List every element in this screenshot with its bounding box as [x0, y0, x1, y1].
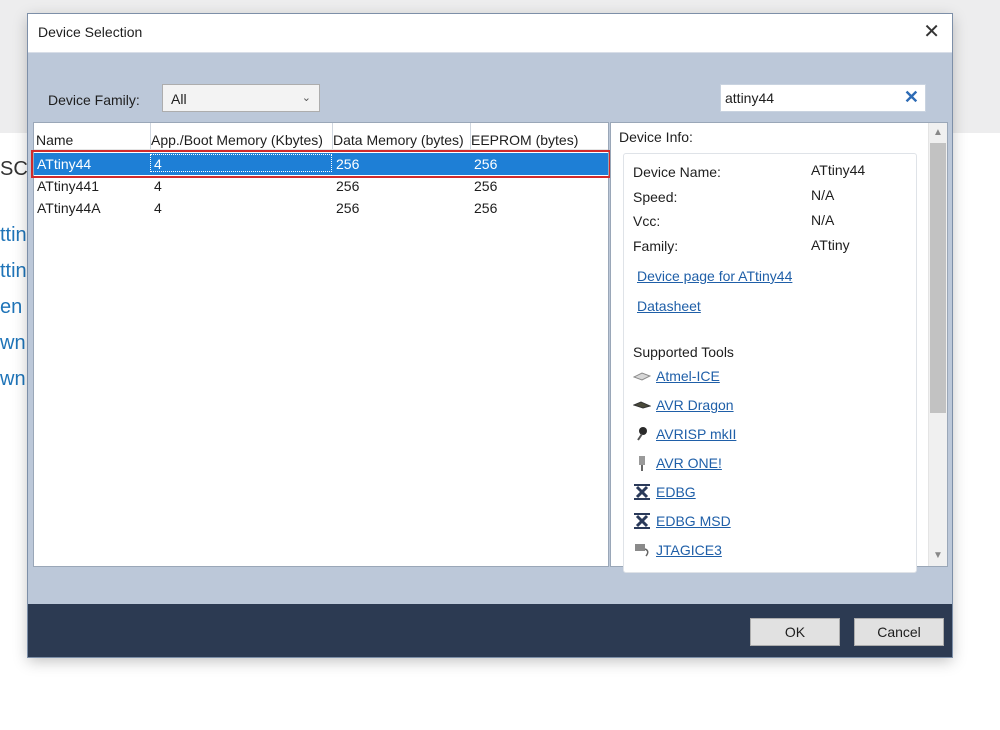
edbg-icon — [633, 483, 651, 501]
close-icon[interactable]: ✕ — [923, 22, 940, 42]
tool-link[interactable]: AVR Dragon — [656, 397, 734, 413]
cell-name: ATtiny441 — [37, 178, 99, 194]
background-link[interactable]: ttin — [0, 260, 27, 283]
ok-button[interactable]: OK — [750, 618, 840, 646]
table-row[interactable]: ATtiny441 4 256 256 — [34, 175, 608, 197]
supported-tools-title: Supported Tools — [633, 344, 734, 360]
column-header-app-boot-memory[interactable]: App./Boot Memory (Kbytes) — [151, 132, 323, 148]
vcc-value: N/A — [811, 212, 835, 228]
title-bar: Device Selection ✕ — [28, 14, 952, 53]
table-row[interactable]: ATtiny44A 4 256 256 — [34, 197, 608, 219]
scroll-up-icon[interactable]: ▲ — [929, 125, 947, 141]
column-header-name[interactable]: Name — [36, 132, 73, 148]
cell-eeprom: 256 — [474, 200, 498, 216]
background-link[interactable]: wn — [0, 368, 26, 391]
tool-link[interactable]: Atmel-ICE — [656, 368, 720, 384]
background-link[interactable]: ttin — [0, 224, 27, 247]
device-info-card: Device Name: ATtiny44 Speed: N/A Vcc: N/… — [623, 153, 917, 573]
dialog-title: Device Selection — [38, 24, 143, 40]
device-info-title: Device Info: — [619, 129, 693, 145]
dialog-footer: OK Cancel — [28, 604, 952, 657]
scroll-thumb[interactable] — [930, 143, 946, 413]
column-header-eeprom[interactable]: EEPROM (bytes) — [471, 132, 578, 148]
tool-link[interactable]: AVRISP mkII — [656, 426, 736, 442]
chevron-down-icon: ⌄ — [301, 92, 311, 104]
device-name-value: ATtiny44 — [811, 162, 866, 178]
background-link[interactable]: wn — [0, 332, 26, 355]
focused-cell-outline — [150, 154, 332, 172]
tool-link[interactable]: JTAGICE3 — [656, 542, 722, 558]
cell-eeprom: 256 — [474, 178, 498, 194]
datasheet-link[interactable]: Datasheet — [637, 298, 701, 314]
family-label: Family: — [633, 238, 679, 254]
table-header: Name App./Boot Memory (Kbytes) Data Memo… — [34, 123, 608, 150]
search-value: attiny44 — [725, 90, 775, 106]
device-page-link[interactable]: Device page for ATtiny44 — [637, 268, 792, 284]
device-family-label: Device Family: — [48, 92, 140, 108]
device-name-label: Device Name: — [633, 164, 721, 180]
cell-data-memory: 256 — [336, 178, 360, 194]
avr-one-icon — [633, 454, 651, 472]
device-family-select[interactable]: All ⌄ — [162, 84, 320, 112]
avrisp-icon — [633, 425, 651, 443]
vcc-label: Vcc: — [633, 213, 661, 229]
background-heading: SC — [0, 158, 28, 180]
cell-data-memory: 256 — [336, 200, 360, 216]
device-info-panel: Device Info: Device Name: ATtiny44 Speed… — [610, 122, 948, 573]
cell-app-boot-memory: 4 — [154, 156, 162, 172]
atmel-ice-icon — [632, 367, 652, 385]
cell-name: ATtiny44A — [37, 200, 101, 216]
column-header-data-memory[interactable]: Data Memory (bytes) — [333, 132, 464, 148]
cell-app-boot-memory: 4 — [154, 200, 162, 216]
tool-link[interactable]: EDBG MSD — [656, 513, 731, 529]
cell-eeprom: 256 — [474, 156, 498, 172]
device-table: Name App./Boot Memory (Kbytes) Data Memo… — [33, 122, 609, 567]
table-row-selected[interactable]: ATtiny44 4 256 256 — [34, 153, 608, 175]
device-search-input[interactable]: attiny44 ✕ — [720, 84, 926, 112]
cancel-button[interactable]: Cancel — [854, 618, 944, 646]
avr-dragon-icon — [632, 396, 652, 414]
speed-label: Speed: — [633, 189, 678, 205]
tool-link[interactable]: AVR ONE! — [656, 455, 722, 471]
background-link[interactable]: en — [0, 296, 22, 319]
tool-link[interactable]: EDBG — [656, 484, 696, 500]
cell-name: ATtiny44 — [37, 156, 92, 172]
speed-value: N/A — [811, 187, 835, 203]
scroll-down-icon[interactable]: ▼ — [929, 548, 947, 564]
jtagice3-icon — [633, 541, 651, 559]
edbg-msd-icon — [633, 512, 651, 530]
device-selection-dialog: Device Selection ✕ Device Family: All ⌄ … — [28, 14, 952, 657]
family-value: ATtiny — [811, 237, 850, 253]
cell-app-boot-memory: 4 — [154, 178, 162, 194]
cell-data-memory: 256 — [336, 156, 360, 172]
clear-search-icon[interactable]: ✕ — [904, 87, 919, 108]
info-scrollbar[interactable]: ▲ ▼ — [928, 123, 947, 566]
device-family-value: All — [171, 91, 187, 107]
